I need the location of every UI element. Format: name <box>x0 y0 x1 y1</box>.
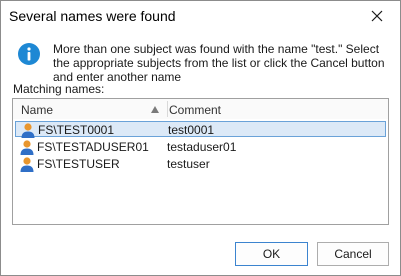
close-icon <box>371 10 383 22</box>
user-icon <box>20 157 34 172</box>
names-list[interactable]: Name Comment FS\TEST0001 test0001 FS\TES… <box>12 98 389 225</box>
row-comment: test0001 <box>168 123 215 137</box>
several-names-dialog: Several names were found More than one s… <box>0 0 401 276</box>
title-bar: Several names were found <box>1 1 400 32</box>
ok-button[interactable]: OK <box>235 242 308 266</box>
dialog-message: More than one subject was found with the… <box>53 42 385 84</box>
column-header-name[interactable]: Name <box>21 103 53 117</box>
row-name: FS\TESTUSER <box>37 157 120 171</box>
matching-names-label: Matching names: <box>13 82 105 96</box>
cancel-button[interactable]: Cancel <box>317 242 389 266</box>
list-row[interactable]: FS\TESTUSER testuser <box>15 156 386 172</box>
dialog-title: Several names were found <box>9 8 176 24</box>
close-button[interactable] <box>354 1 400 32</box>
row-comment: testaduser01 <box>167 140 237 154</box>
column-separator[interactable] <box>167 101 168 117</box>
row-name: FS\TEST0001 <box>38 123 115 137</box>
row-name: FS\TESTADUSER01 <box>37 140 149 154</box>
sort-up-icon <box>151 106 159 113</box>
user-icon <box>21 123 35 138</box>
row-comment: testuser <box>167 157 210 171</box>
user-icon <box>20 140 34 155</box>
list-row[interactable]: FS\TESTADUSER01 testaduser01 <box>15 139 386 155</box>
info-icon <box>18 43 40 65</box>
column-header-comment[interactable]: Comment <box>169 103 221 117</box>
list-header: Name Comment <box>13 99 388 119</box>
list-row[interactable]: FS\TEST0001 test0001 <box>15 121 386 138</box>
